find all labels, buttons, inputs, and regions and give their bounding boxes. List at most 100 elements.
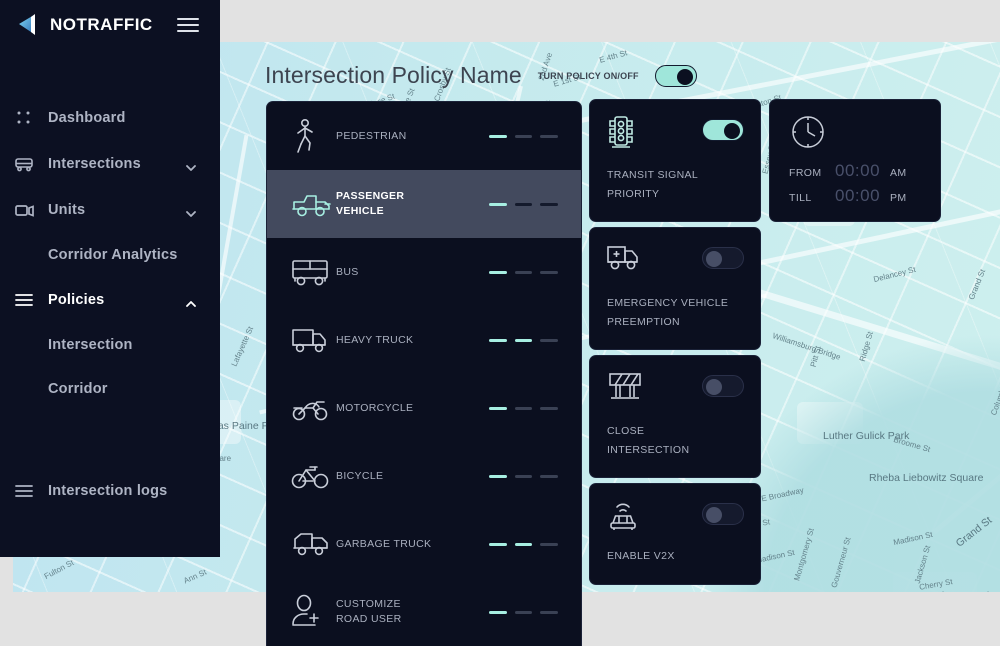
road-user-label: BICYCLE [336,469,384,482]
dashboard-dots-icon [14,108,34,128]
policy-toggle-label: TURN POLICY ON/OFF [537,70,639,81]
road-barrier-icon [606,370,644,409]
priority-segment[interactable] [514,202,533,206]
priority-segment[interactable] [540,474,559,478]
priority-segment[interactable] [489,610,507,614]
priority-bars[interactable] [489,270,581,274]
policy-on-off-toggle[interactable] [654,64,697,87]
from-time-value[interactable]: 00:00 [835,161,890,181]
priority-segment[interactable] [489,270,507,274]
priority-segment[interactable] [540,270,559,274]
enable-v2x-toggle[interactable] [702,503,744,525]
bicycle-icon [290,461,334,491]
sidebar-item-corridor[interactable]: Corridor [0,367,220,411]
hamburger-menu-icon[interactable] [176,18,199,32]
priority-bars[interactable] [489,474,581,478]
garbage-truck-icon [290,529,334,559]
priority-segment[interactable] [489,202,507,206]
chevron-down-icon[interactable] [186,159,196,171]
priority-segment[interactable] [514,270,533,274]
priority-bars[interactable] [489,202,581,206]
pedestrian-icon [290,118,334,154]
sidebar-item-label: Corridor [48,381,108,397]
road-user-row[interactable]: GARBAGE TRUCK [267,510,581,578]
from-meridiem[interactable]: AM [890,167,907,179]
priority-segment[interactable] [540,338,559,342]
traffic-light-icon [606,114,636,155]
priority-segment[interactable] [514,542,533,546]
camera-unit-icon [14,200,34,220]
sidebar-item-units[interactable]: Units [0,187,220,233]
sidebar-item-corridor-analytics[interactable]: Corridor Analytics [0,233,220,277]
sidebar-item-intersections[interactable]: Intersections [0,141,220,187]
priority-segment[interactable] [540,542,559,546]
sidebar-item-intersection-logs[interactable]: Intersection logs [0,468,220,514]
priority-segment[interactable] [489,134,507,138]
emergency-vehicle-preemption-toggle[interactable] [702,247,744,269]
chevron-up-icon[interactable] [186,295,196,307]
priority-segment[interactable] [540,610,559,614]
sidebar-item-policies[interactable]: Policies [0,277,220,323]
priority-bars[interactable] [489,134,581,138]
road-user-row[interactable]: BICYCLE [267,442,581,510]
sidebar-item-intersection[interactable]: Intersection [0,323,220,367]
sidebar-item-dashboard[interactable]: Dashboard [0,95,220,141]
till-time-value[interactable]: 00:00 [835,186,890,206]
priority-segment[interactable] [489,406,507,410]
priority-segment[interactable] [514,134,533,138]
add-road-user-icon [290,594,334,630]
schedule-from-row[interactable]: FROM 00:00 AM [789,161,931,181]
road-user-row[interactable]: CUSTOMIZE ROAD USER [267,578,581,646]
till-label: TILL [789,192,812,204]
road-user-label: CUSTOMIZE ROAD USER [336,598,402,625]
road-user-row[interactable]: BUS [267,238,581,306]
sidebar-item-label: Corridor Analytics [48,247,178,263]
chevron-down-icon[interactable] [186,205,196,217]
road-user-row[interactable]: MOTORCYCLE [267,374,581,442]
priority-bars[interactable] [489,542,581,546]
sidebar-item-label: Dashboard [48,110,126,126]
priority-segment[interactable] [489,338,507,342]
priority-segment[interactable] [540,406,559,410]
policies-list-icon [14,290,34,310]
sidebar-item-label: Units [48,202,86,218]
road-user-label: PEDESTRIAN [336,129,407,142]
road-user-row[interactable]: PEDESTRIAN [267,102,581,170]
road-user-label: BUS [336,265,359,278]
notraffic-arrow-logo-icon [14,13,40,37]
priority-bars[interactable] [489,338,581,342]
schedule-times: FROM 00:00 AM TILL 00:00 PM [789,161,931,211]
card-enable-v2x[interactable]: ENABLE V2X [589,483,761,585]
schedule-till-row[interactable]: TILL 00:00 PM [789,186,931,206]
passenger-vehicle-icon [290,189,334,219]
heavy-truck-icon [290,325,334,355]
card-label: CLOSE INTERSECTION [607,425,690,456]
priority-segment[interactable] [514,474,533,478]
card-close-intersection[interactable]: CLOSE INTERSECTION [589,355,761,478]
card-label: TRANSIT SIGNAL PRIORITY [607,169,699,200]
priority-segment[interactable] [489,542,507,546]
brand-header: NOTRAFFIC [0,0,220,50]
card-transit-signal-priority[interactable]: TRANSIT SIGNAL PRIORITY [589,99,761,222]
priority-bars[interactable] [489,406,581,410]
priority-bars[interactable] [489,610,581,614]
priority-segment[interactable] [514,406,533,410]
priority-segment[interactable] [514,610,533,614]
priority-segment[interactable] [514,338,533,342]
ambulance-icon [606,242,644,279]
close-intersection-toggle[interactable] [702,375,744,397]
transit-signal-priority-toggle[interactable] [702,119,744,141]
card-emergency-vehicle-preemption[interactable]: EMERGENCY VEHICLE PREEMPTION [589,227,761,350]
priority-segment[interactable] [540,134,559,138]
card-schedule[interactable]: FROM 00:00 AM TILL 00:00 PM [769,99,941,222]
road-user-row[interactable]: PASSENGER VEHICLE [267,170,581,238]
road-user-label: PASSENGER VEHICLE [336,190,405,217]
clock-icon [789,113,827,156]
priority-segment[interactable] [489,474,507,478]
priority-segment[interactable] [540,202,559,206]
sidebar-nav: Dashboard Intersections Units Corridor Anal… [0,95,220,411]
map-street-label: Rheba Liebowitz Square [869,472,984,484]
sidebar-item-label: Intersections [48,156,141,172]
road-user-row[interactable]: HEAVY TRUCK [267,306,581,374]
till-meridiem[interactable]: PM [890,192,907,204]
